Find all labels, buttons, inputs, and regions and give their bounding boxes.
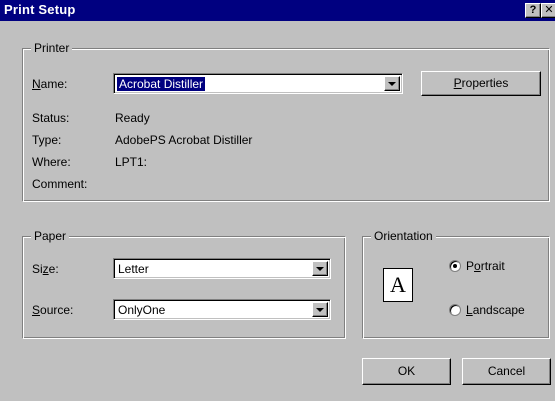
where-label: Where:	[32, 155, 71, 169]
radio-selected-dot	[453, 264, 457, 268]
portrait-page-icon: A	[383, 268, 413, 302]
close-button[interactable]: ✕	[541, 3, 555, 18]
cancel-button[interactable]: Cancel	[462, 358, 551, 385]
where-value: LPT1:	[115, 155, 148, 169]
chevron-down-icon[interactable]	[312, 302, 328, 317]
paper-source-combo[interactable]: OnlyOne	[113, 299, 331, 320]
paper-size-combo[interactable]: Letter	[113, 258, 331, 279]
comment-label: Comment:	[32, 177, 88, 191]
help-button[interactable]: ?	[525, 3, 541, 18]
page-letter-icon: A	[390, 272, 406, 297]
portrait-label[interactable]: Portrait	[466, 259, 505, 273]
status-label: Status:	[32, 111, 70, 125]
type-value: AdobePS Acrobat Distiller	[115, 133, 253, 147]
printer-group-label: Printer	[31, 41, 73, 55]
paper-size-value: Letter	[118, 262, 149, 276]
chevron-down-icon[interactable]	[312, 261, 328, 276]
chevron-down-icon[interactable]	[384, 76, 400, 91]
printer-name-value: Acrobat Distiller	[115, 76, 207, 92]
landscape-radio[interactable]	[449, 304, 461, 316]
close-icon: ✕	[544, 4, 554, 16]
window-title: Print Setup	[4, 2, 76, 17]
ok-button[interactable]: OK	[362, 358, 451, 385]
portrait-radio[interactable]	[449, 260, 461, 272]
orientation-group-label: Orientation	[371, 229, 436, 243]
properties-button[interactable]: Properties	[421, 71, 541, 96]
name-label: Name:	[32, 77, 68, 91]
printer-name-combo[interactable]: Acrobat Distiller	[113, 73, 403, 94]
source-label: Source:	[32, 303, 74, 317]
landscape-label[interactable]: Landscape	[466, 303, 525, 317]
type-label: Type:	[32, 133, 62, 147]
title-bar: Print Setup ? ✕	[0, 0, 555, 21]
printer-group: Printer Name: Acrobat Distiller Properti…	[22, 41, 550, 202]
paper-group: Paper Size: Letter Source: OnlyOne	[22, 229, 346, 339]
status-value: Ready	[115, 111, 150, 125]
paper-group-label: Paper	[31, 229, 70, 243]
orientation-group: Orientation A Portrait Landscape	[362, 229, 550, 339]
paper-source-value: OnlyOne	[118, 303, 166, 317]
help-icon: ?	[529, 4, 537, 16]
size-label: Size:	[32, 262, 59, 276]
